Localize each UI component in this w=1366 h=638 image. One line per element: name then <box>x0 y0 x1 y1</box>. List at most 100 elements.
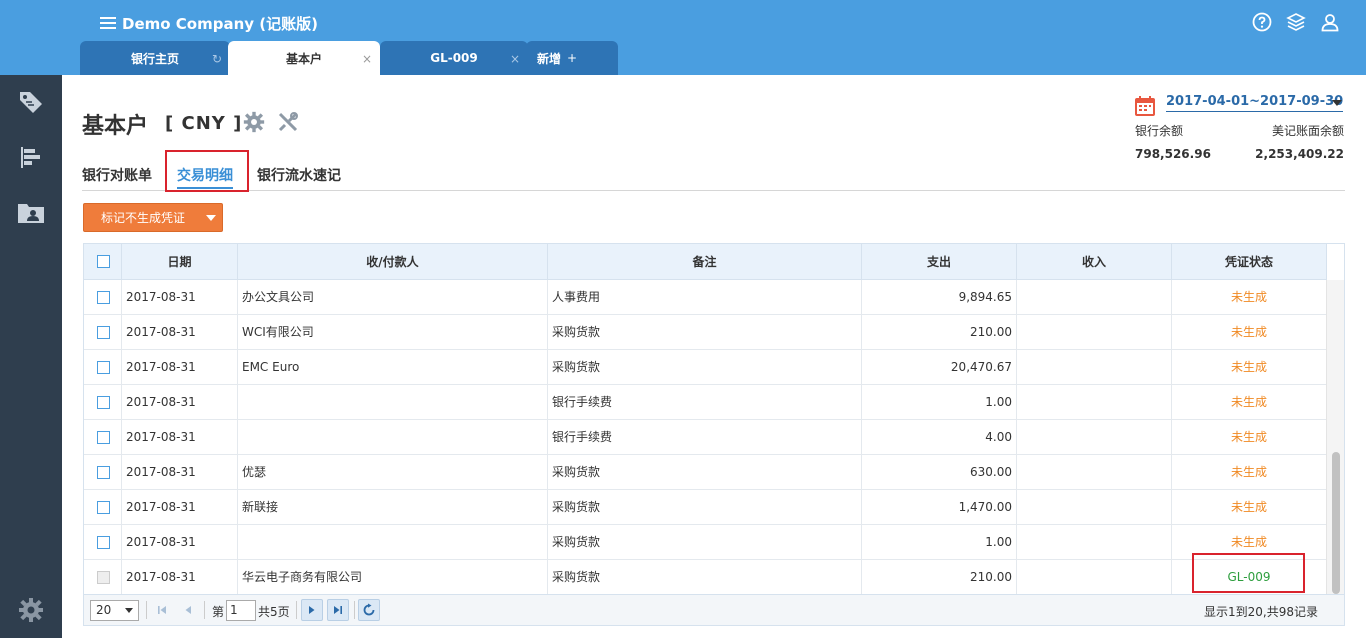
mark-no-voucher-button[interactable]: 标记不生成凭证 <box>83 203 223 232</box>
highlight-box <box>165 150 249 192</box>
row-checkbox[interactable] <box>97 326 110 339</box>
chevron-down-icon[interactable] <box>206 214 216 221</box>
table-row[interactable]: 2017-08-31 WCI有限公司 采购货款 210.00 未生成 <box>84 315 1327 350</box>
currency-label: [ CNY ] <box>165 113 243 134</box>
cell-status: 未生成 <box>1172 280 1327 315</box>
app-brand[interactable]: Demo Company (记账版) <box>100 12 318 34</box>
table-row[interactable]: 2017-08-31 华云电子商务有限公司 采购货款 210.00 GL-009 <box>84 560 1327 594</box>
row-checkbox[interactable] <box>97 501 110 514</box>
cell-in <box>1017 455 1172 490</box>
row-checkbox[interactable] <box>97 466 110 479</box>
close-icon[interactable]: × <box>362 52 372 66</box>
cell-payee: WCI有限公司 <box>238 315 548 350</box>
cell-memo: 采购货款 <box>548 350 862 385</box>
menu-icon[interactable] <box>100 16 116 30</box>
contacts-folder-icon[interactable] <box>16 198 46 228</box>
cell-date: 2017-08-31 <box>122 525 238 560</box>
last-page-icon[interactable] <box>327 599 349 621</box>
row-checkbox[interactable] <box>97 431 110 444</box>
sub-tab-bar: 银行对账单 交易明细 银行流水速记 <box>82 165 1345 191</box>
top-bar: Demo Company (记账版) 银行主页 ↻ 基本户 × GL-009 ×… <box>0 0 1366 75</box>
col-status[interactable]: 凭证状态 <box>1172 244 1327 280</box>
cell-status: 未生成 <box>1172 455 1327 490</box>
subtab-quick-entry[interactable]: 银行流水速记 <box>257 165 341 189</box>
date-range-picker[interactable]: 2017-04-01~2017-09-30 <box>1166 94 1344 112</box>
col-memo[interactable]: 备注 <box>548 244 862 280</box>
highlight-box <box>1192 553 1305 593</box>
table-row[interactable]: 2017-08-31 EMC Euro 采购货款 20,470.67 未生成 <box>84 350 1327 385</box>
tab-basic-account[interactable]: 基本户 × <box>228 41 380 75</box>
cell-payee: 办公文具公司 <box>238 280 548 315</box>
cell-memo: 采购货款 <box>548 315 862 350</box>
page-size-select[interactable]: 20 <box>90 600 139 621</box>
page-number-input[interactable]: 1 <box>226 600 256 621</box>
cell-out: 1.00 <box>862 385 1017 420</box>
cell-in <box>1017 315 1172 350</box>
cell-out: 630.00 <box>862 455 1017 490</box>
chevron-down-icon[interactable] <box>1332 100 1342 106</box>
refresh-icon[interactable] <box>358 599 380 621</box>
cell-date: 2017-08-31 <box>122 385 238 420</box>
divider <box>296 601 297 619</box>
divider <box>354 601 355 619</box>
cell-in <box>1017 350 1172 385</box>
col-in[interactable]: 收入 <box>1017 244 1172 280</box>
tab-bank-home[interactable]: 银行主页 ↻ <box>80 41 230 75</box>
col-date[interactable]: 日期 <box>122 244 238 280</box>
next-page-icon[interactable] <box>301 599 323 621</box>
first-page-icon[interactable] <box>151 599 173 621</box>
table-row[interactable]: 2017-08-31 办公文具公司 人事费用 9,894.65 未生成 <box>84 280 1327 315</box>
select-all-checkbox[interactable] <box>97 255 110 268</box>
row-checkbox[interactable] <box>97 396 110 409</box>
layers-icon[interactable] <box>1286 12 1306 32</box>
tab-add-new[interactable]: 新增 + <box>526 41 618 75</box>
tools-icon[interactable] <box>277 111 299 133</box>
vertical-scrollbar[interactable] <box>1326 280 1344 594</box>
cell-payee: 优瑟 <box>238 455 548 490</box>
cell-in <box>1017 490 1172 525</box>
cell-out: 210.00 <box>862 315 1017 350</box>
table-row[interactable]: 2017-08-31 银行手续费 1.00 未生成 <box>84 385 1327 420</box>
row-checkbox[interactable] <box>97 536 110 549</box>
divider <box>146 601 147 619</box>
table-row[interactable]: 2017-08-31 优瑟 采购货款 630.00 未生成 <box>84 455 1327 490</box>
gear-icon[interactable] <box>243 111 265 133</box>
cell-payee: 华云电子商务有限公司 <box>238 560 548 594</box>
cell-in <box>1017 420 1172 455</box>
cell-date: 2017-08-31 <box>122 350 238 385</box>
calendar-icon[interactable] <box>1134 95 1156 117</box>
scroll-thumb[interactable] <box>1332 452 1340 594</box>
cell-in <box>1017 385 1172 420</box>
prev-page-icon[interactable] <box>177 599 199 621</box>
user-icon[interactable] <box>1320 12 1340 32</box>
row-checkbox[interactable] <box>97 361 110 374</box>
refresh-icon[interactable]: ↻ <box>212 52 222 66</box>
tags-icon[interactable] <box>16 87 46 117</box>
cell-in <box>1017 525 1172 560</box>
subtab-bank-statement[interactable]: 银行对账单 <box>82 165 152 189</box>
table-row[interactable]: 2017-08-31 银行手续费 4.00 未生成 <box>84 420 1327 455</box>
page-prefix: 第 <box>212 605 225 619</box>
cell-out: 1,470.00 <box>862 490 1017 525</box>
settings-icon[interactable] <box>16 595 46 625</box>
cell-date: 2017-08-31 <box>122 315 238 350</box>
cell-status: 未生成 <box>1172 385 1327 420</box>
book-balance-label: 美记账面余额 <box>1271 124 1344 138</box>
table-row[interactable]: 2017-08-31 新联接 采购货款 1,470.00 未生成 <box>84 490 1327 525</box>
page-total: 共5页 <box>258 605 290 619</box>
close-icon[interactable]: × <box>510 52 520 66</box>
chevron-down-icon <box>125 608 133 613</box>
cell-payee <box>238 525 548 560</box>
cell-in <box>1017 280 1172 315</box>
table-row[interactable]: 2017-08-31 采购货款 1.00 未生成 <box>84 525 1327 560</box>
help-icon[interactable] <box>1252 12 1272 32</box>
cell-payee: 新联接 <box>238 490 548 525</box>
bar-chart-icon[interactable] <box>16 142 46 172</box>
plus-icon: + <box>567 51 578 65</box>
row-checkbox[interactable] <box>97 291 110 304</box>
col-out[interactable]: 支出 <box>862 244 1017 280</box>
cell-payee <box>238 385 548 420</box>
col-payee[interactable]: 收/付款人 <box>238 244 548 280</box>
tab-gl-009[interactable]: GL-009 × <box>380 41 528 75</box>
cell-out: 20,470.67 <box>862 350 1017 385</box>
